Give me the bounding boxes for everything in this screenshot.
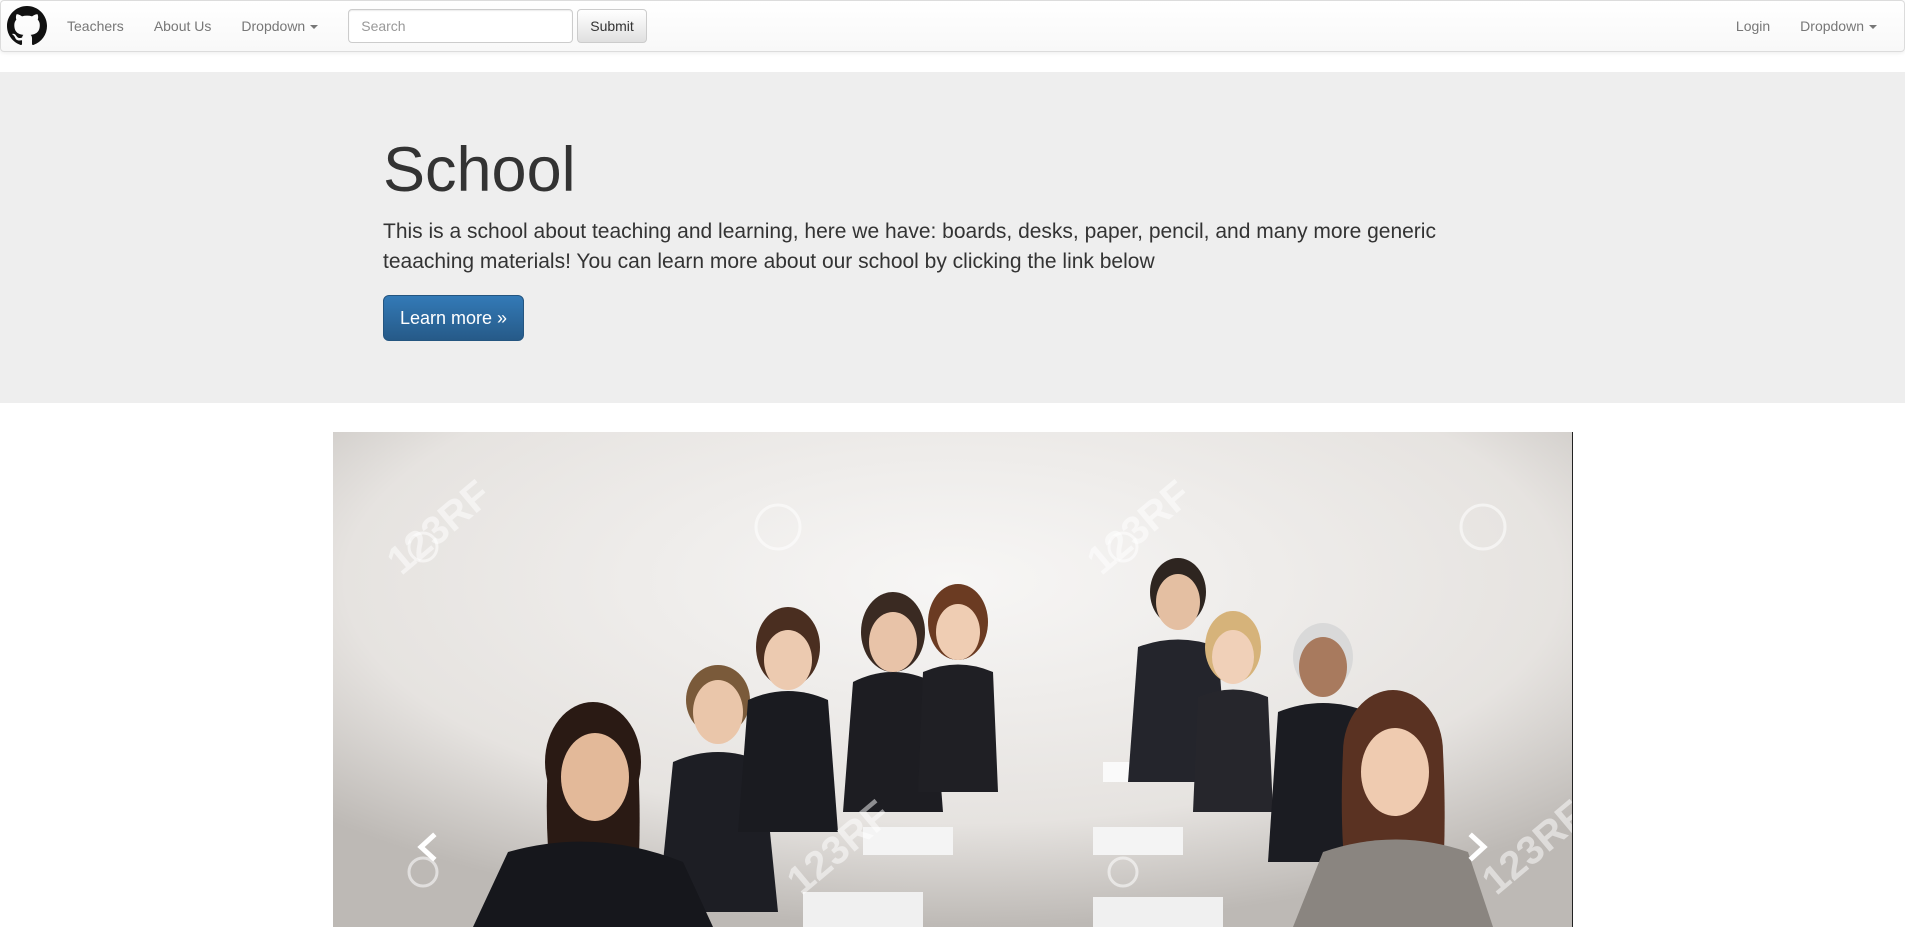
carousel-next-button[interactable]	[1392, 432, 1572, 927]
nav-link-about-us[interactable]: About Us	[139, 1, 227, 51]
jumbotron: School This is a school about teaching a…	[0, 72, 1905, 403]
chevron-right-icon	[1468, 832, 1488, 862]
jumbotron-description: This is a school about teaching and lear…	[383, 220, 1436, 274]
jumbotron-content: School This is a school about teaching a…	[383, 135, 1523, 342]
brand-logo[interactable]	[2, 1, 52, 51]
nav-dropdown-right-label: Dropdown	[1800, 18, 1864, 34]
nav-dropdown-left-label: Dropdown	[241, 18, 306, 34]
submit-button[interactable]: Submit	[577, 9, 647, 43]
carousel-image: 123RF 123RF 123RF 123RF	[333, 432, 1572, 927]
nav-dropdown-left[interactable]: Dropdown	[226, 1, 333, 51]
search-form: Submit	[348, 9, 647, 43]
caret-down-icon	[1869, 25, 1877, 30]
nav-right: Login Dropdown	[1721, 1, 1892, 51]
nav-link-teachers[interactable]: Teachers	[52, 1, 139, 51]
nav-dropdown-right[interactable]: Dropdown	[1785, 1, 1892, 51]
nav-link-login[interactable]: Login	[1721, 1, 1785, 51]
chevron-left-icon	[417, 832, 437, 862]
github-icon	[7, 6, 47, 46]
search-input[interactable]	[348, 9, 574, 43]
caret-down-icon	[310, 25, 319, 30]
navbar: Teachers About Us Dropdown Submit Login …	[0, 0, 1905, 52]
learn-more-button[interactable]: Learn more »	[383, 295, 525, 342]
page-title: School	[383, 135, 576, 205]
carousel-prev-button[interactable]	[333, 432, 513, 927]
image-carousel: 123RF 123RF 123RF 123RF	[333, 432, 1573, 927]
